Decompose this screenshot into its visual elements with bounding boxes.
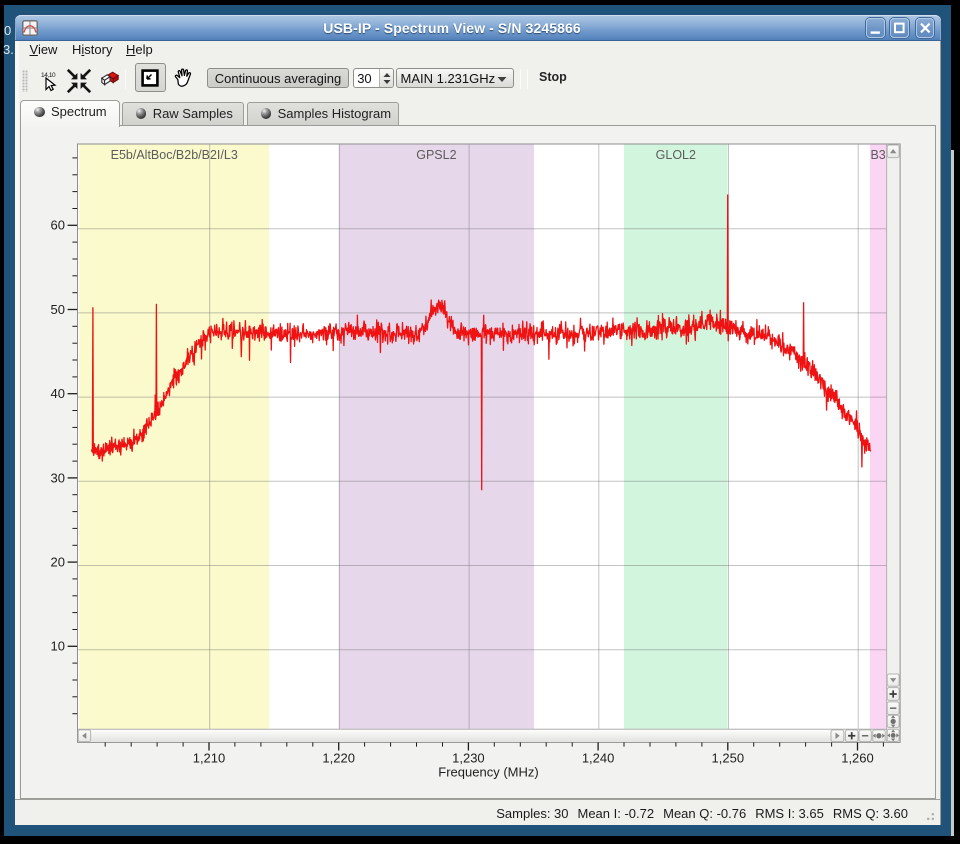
svg-text:14,10: 14,10 (41, 72, 56, 79)
